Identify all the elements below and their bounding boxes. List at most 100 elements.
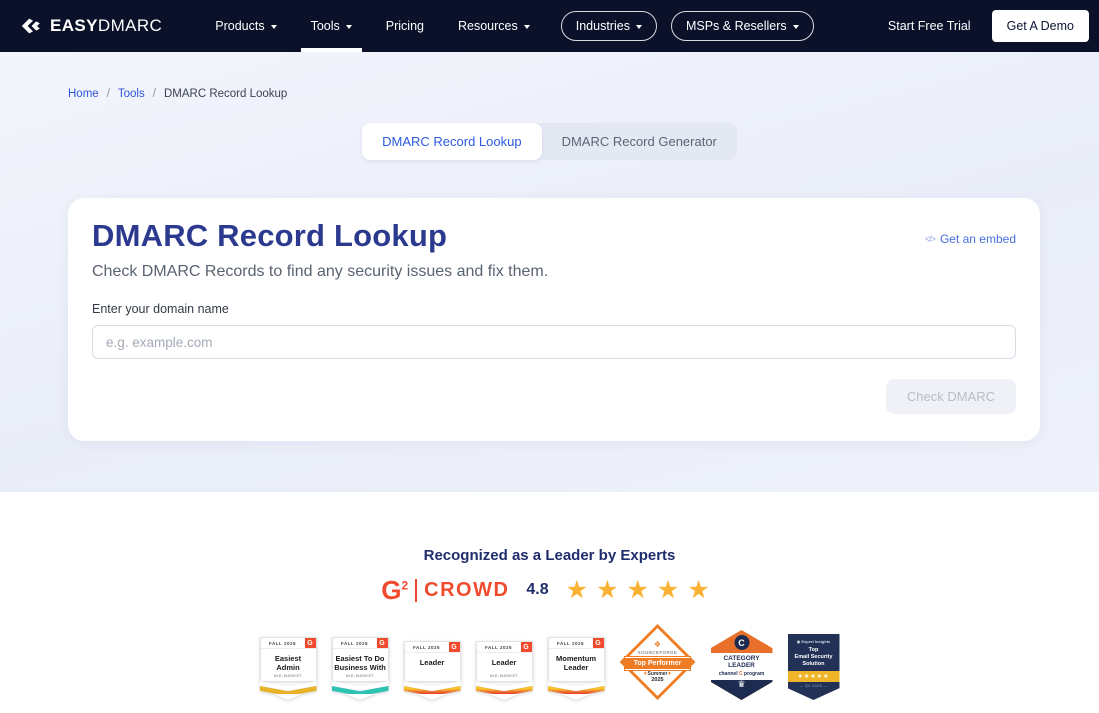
g2-badge-season: FALL 2025: [405, 642, 449, 652]
g2-icon: G: [521, 642, 532, 652]
breadcrumb-tools[interactable]: Tools: [118, 88, 145, 100]
tab-dmarc-record-lookup[interactable]: DMARC Record Lookup: [362, 123, 541, 160]
g2-crowd-word: CROWD: [424, 579, 509, 602]
brand-name: EASYDMARC: [50, 16, 162, 36]
channel-program-icon: C: [734, 635, 749, 650]
g2-badge-tip: [404, 694, 461, 700]
g2-badge-season: FALL 2025: [261, 638, 305, 648]
g2-badge-box: FALL 2025GEasiestAdminMID-MARKET: [260, 637, 317, 681]
domain-input[interactable]: [92, 325, 1016, 359]
channel-program-wordmark: channel C program: [711, 671, 773, 677]
nav-item-label: Industries: [576, 19, 630, 33]
breadcrumb-dmarc-record-lookup: DMARC Record Lookup: [164, 88, 287, 100]
chevron-down-icon: [793, 25, 799, 29]
star-icon: ★: [566, 576, 596, 604]
channel-program-badge: CCATEGORYLEADERchannel C program♛: [711, 630, 773, 700]
g2-icon: G: [593, 638, 604, 648]
sourceforge-year: 2025: [651, 677, 663, 683]
nav-item-label: Resources: [458, 19, 518, 33]
breadcrumb-home[interactable]: Home: [68, 88, 99, 100]
nav-item-label: Products: [215, 19, 264, 33]
expert-insights-logo: ◉ Expert Insights: [797, 639, 831, 644]
g2-badge-header: FALL 2025G: [549, 638, 604, 649]
g2-crowd-logo: G2 CROWD: [381, 577, 509, 603]
g2-badge-title-line: Leader: [478, 658, 531, 667]
g2-award-badge: FALL 2025G Leader: [404, 641, 461, 700]
channel-award-title: CATEGORYLEADER: [711, 655, 773, 670]
g2-badge-box: FALL 2025GLeaderMID-MARKET: [476, 641, 533, 681]
get-a-demo-button[interactable]: Get A Demo: [992, 10, 1089, 42]
sourceforge-icon: ❖: [654, 641, 661, 649]
nav-item-tools[interactable]: Tools: [294, 0, 369, 52]
g2-badge-header: FALL 2025G: [261, 638, 316, 649]
nav-item-resources[interactable]: Resources: [441, 0, 547, 52]
nav-item-msps-resellers[interactable]: MSPs & Resellers: [671, 11, 814, 41]
nav-item-products[interactable]: Products: [198, 0, 293, 52]
g2-badge-title-line: Business With: [334, 663, 387, 672]
nav-item-pricing[interactable]: Pricing: [369, 0, 441, 52]
easydmarc-logo[interactable]: EASYDMARC: [20, 15, 162, 37]
rating-stars: ★★★★★: [566, 578, 718, 603]
g2-award-badge: FALL 2025GEasiest To DoBusiness WithMID-…: [332, 637, 389, 700]
experts-section: Recognized as a Leader by Experts G2 CRO…: [0, 492, 1099, 713]
g2-badge-header: FALL 2025G: [333, 638, 388, 649]
chevron-down-icon: [524, 25, 530, 29]
g2-badge-tip: [548, 694, 605, 700]
g2-badge-title-line: Leader: [550, 663, 603, 672]
star-icon: ✦: [668, 671, 672, 677]
experts-title: Recognized as a Leader by Experts: [0, 547, 1099, 564]
expert-season: — Q2 2025 —: [799, 684, 827, 688]
chevron-down-icon: [636, 25, 642, 29]
g2-badge-title-line: Momentum: [550, 654, 603, 663]
nav-item-label: Pricing: [386, 19, 424, 33]
easydmarc-logo-icon: [20, 15, 42, 37]
top-navigation: EASYDMARC Products Tools Pricing Resources I…: [0, 0, 1099, 52]
g2-badge-market: MID-MARKET: [333, 674, 388, 681]
channel-word: channel: [719, 671, 739, 677]
chevron-down-icon: [271, 25, 277, 29]
expert-award-title-line: Top: [795, 647, 833, 654]
star-icon: ★: [657, 576, 687, 604]
g2-badge-title: EasiestAdmin: [261, 649, 316, 674]
channel-award-title-line: LEADER: [711, 662, 773, 669]
domain-input-label: Enter your domain name: [92, 302, 1016, 316]
g2-badge-season: FALL 2025: [333, 638, 377, 648]
star-icon: ★: [687, 576, 717, 604]
breadcrumb-separator: /: [107, 88, 110, 100]
g2-badge-header: FALL 2025G: [477, 642, 532, 653]
program-word: program: [743, 671, 765, 677]
g2-badge-title-line: Easiest To Do: [334, 654, 387, 663]
channel-badge-band: CATEGORYLEADERchannel C program: [711, 653, 773, 680]
g2-award-badge: FALL 2025G MomentumLeader: [548, 637, 605, 700]
check-dmarc-button[interactable]: Check DMARC: [886, 379, 1016, 414]
g2-badge-title-line: Easiest: [262, 654, 315, 663]
star-icon: ★: [596, 576, 626, 604]
dmarc-lookup-card: DMARC Record Lookup </> Get an embed Che…: [68, 198, 1040, 441]
expert-stars-band: ★★★★★: [788, 671, 840, 682]
g2-badge-title: Leader: [405, 653, 460, 674]
g2-badge-title: Easiest To DoBusiness With: [333, 649, 388, 674]
expert-award-title: TopEmail SecuritySolution: [795, 647, 833, 668]
g2-badge-title: Leader: [477, 653, 532, 674]
breadcrumb: Home/Tools/DMARC Record Lookup: [68, 88, 287, 100]
sourceforge-award-title: Top Performer: [625, 657, 690, 670]
tabs-wrap: DMARC Record LookupDMARC Record Generato…: [0, 123, 1099, 160]
nav-item-industries[interactable]: Industries: [561, 11, 657, 41]
g2-badge-box: FALL 2025G Leader: [404, 641, 461, 681]
expert-award-title-line: Email Security: [795, 654, 833, 661]
g2-badge-header: FALL 2025G: [405, 642, 460, 653]
g2-badge-box: FALL 2025G MomentumLeader: [548, 637, 605, 681]
g2-badge-tip: [476, 694, 533, 700]
button-row: Check DMARC: [92, 379, 1016, 414]
sourceforge-brand: SOURCEFORGE: [638, 650, 678, 655]
nav-right: Start Free Trial Get A Demo: [888, 10, 1089, 42]
page-title: DMARC Record Lookup: [92, 219, 447, 253]
g2-badge-title-line: Leader: [406, 658, 459, 667]
tab-dmarc-record-generator[interactable]: DMARC Record Generator: [542, 123, 737, 160]
g2-badge-season: FALL 2025: [477, 642, 521, 652]
tool-tabs: DMARC Record LookupDMARC Record Generato…: [362, 123, 737, 160]
sourceforge-badge: ❖SOURCEFORGETop Performer✦Summer✦2025: [620, 624, 696, 700]
card-subtitle: Check DMARC Records to find any security…: [92, 263, 1016, 281]
start-free-trial-link[interactable]: Start Free Trial: [888, 19, 971, 33]
get-embed-link[interactable]: </> Get an embed: [925, 232, 1016, 246]
